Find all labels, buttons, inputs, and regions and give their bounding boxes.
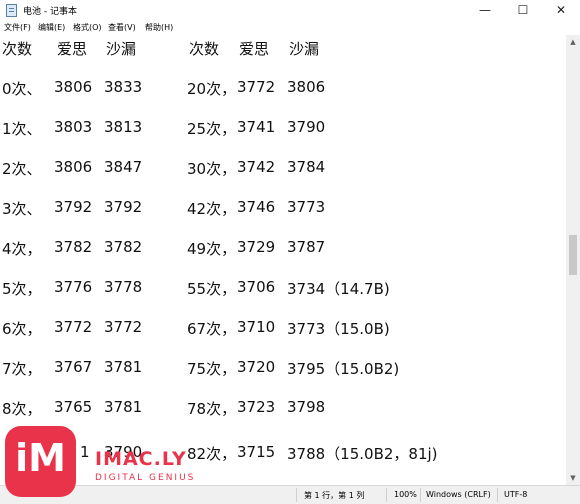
text-cell: 8次， [2,400,42,418]
menu-edit[interactable]: 编辑(E) [38,22,65,33]
minimize-button[interactable]: — [466,0,504,21]
text-cell: 30次， [187,160,237,178]
text-cell: 3782 [104,238,143,256]
text-cell: 25次， [187,120,237,138]
text-cell: 3741 [237,118,276,136]
scrollbar-thumb[interactable] [569,235,577,275]
status-divider [497,488,498,502]
text-cell: 2次、 [2,160,42,178]
status-line-ending: Windows (CRLF) [426,490,491,499]
status-bar: 第 1 行，第 1 列 100% Windows (CRLF) UTF-8 [0,485,580,504]
text-cell: 3803 [54,118,93,136]
text-cell: 次数 [189,40,220,58]
status-divider [386,488,387,502]
text-cell: 3806 [287,78,326,96]
text-cell: 次数 [2,40,33,58]
status-position: 第 1 行，第 1 列 [304,491,365,500]
scroll-up-icon[interactable]: ▲ [566,35,580,49]
text-cell: 3715 [237,443,276,461]
text-cell: 3787 [287,238,326,256]
text-cell: 3723 [237,398,276,416]
text-cell: 3806 [54,78,93,96]
watermark-logo-text: iM [15,436,66,480]
status-divider [296,488,297,502]
maximize-button[interactable]: ☐ [504,0,542,21]
watermark-tagline: DIGITAL GENIUS [95,473,196,483]
text-cell: 1 [80,443,90,461]
text-editor[interactable]: 次数 爱思 沙漏 次数 爱思 沙漏 0次、 3806 3833 20次， 377… [0,35,566,485]
title-bar: 电池 - 记事本 — ☐ ✕ [0,0,580,21]
text-cell: 67次， [187,320,237,338]
window-title: 电池 - 记事本 [23,7,77,17]
text-cell: 沙漏 [289,40,320,58]
text-cell: 0次、 [2,80,42,98]
watermark-logo: iM [5,426,76,497]
text-cell: 3773（15.0B) [287,320,390,338]
text-cell: 82次， [187,445,237,463]
menu-file[interactable]: 文件(F) [4,22,31,33]
status-divider [420,488,421,502]
text-cell: 3792 [104,198,143,216]
close-button[interactable]: ✕ [542,0,580,21]
text-cell: 3765 [54,398,93,416]
text-cell: 3720 [237,358,276,376]
text-cell: 3781 [104,398,143,416]
text-cell: 沙漏 [106,40,137,58]
text-cell: 7次， [2,360,42,378]
text-cell: 78次， [187,400,237,418]
text-cell: 3790 [287,118,326,136]
scroll-down-icon[interactable]: ▼ [566,471,580,485]
status-encoding: UTF-8 [504,490,528,499]
menu-view[interactable]: 查看(V) [108,22,136,33]
text-cell: 3806 [54,158,93,176]
text-cell: 3772 [54,318,93,336]
text-cell: 3746 [237,198,276,216]
menu-help[interactable]: 帮助(H) [145,22,173,33]
text-cell: 3706 [237,278,276,296]
text-cell: 3782 [54,238,93,256]
menu-format[interactable]: 格式(O) [73,22,102,33]
text-cell: 3767 [54,358,93,376]
text-cell: 3813 [104,118,143,136]
vertical-scrollbar[interactable]: ▲ ▼ [566,35,580,485]
status-zoom: 100% [394,490,417,499]
text-cell: 42次， [187,200,237,218]
watermark-name: IMAC.LY [95,448,187,470]
text-cell: 49次， [187,240,237,258]
text-cell: 4次， [2,240,42,258]
text-cell: 3729 [237,238,276,256]
text-cell: 20次， [187,80,237,98]
text-cell: 爱思 [57,40,88,58]
text-cell: 3次、 [2,200,42,218]
text-cell: 3778 [104,278,143,296]
text-cell: 3784 [287,158,326,176]
text-cell: 75次， [187,360,237,378]
menu-bar: 文件(F) 编辑(E) 格式(O) 查看(V) 帮助(H) [0,21,580,35]
text-cell: 3788（15.0B2，81j) [287,445,438,463]
text-cell: 3773 [287,198,326,216]
text-cell: 3792 [54,198,93,216]
text-cell: 3798 [287,398,326,416]
text-cell: 1次、 [2,120,42,138]
text-cell: 5次， [2,280,42,298]
text-cell: 3772 [237,78,276,96]
text-cell: 爱思 [239,40,270,58]
text-cell: 3847 [104,158,143,176]
text-cell: 3710 [237,318,276,336]
text-cell: 3734（14.7B) [287,280,390,298]
text-cell: 3772 [104,318,143,336]
text-cell: 3795（15.0B2) [287,360,400,378]
text-cell: 3781 [104,358,143,376]
text-cell: 3833 [104,78,143,96]
notepad-icon [6,4,17,17]
text-cell: 6次， [2,320,42,338]
text-cell: 3742 [237,158,276,176]
text-cell: 55次， [187,280,237,298]
text-cell: 3776 [54,278,93,296]
